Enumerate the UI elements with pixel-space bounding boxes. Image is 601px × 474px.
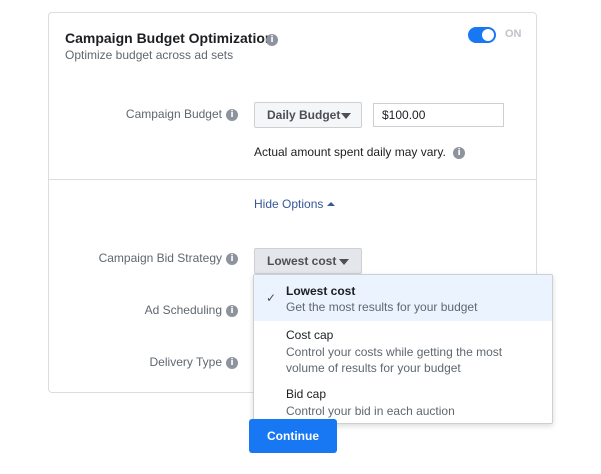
bid-strategy-dropdown[interactable]: Lowest cost	[254, 248, 362, 274]
menu-option-bid-cap[interactable]: Bid cap Control your bid in each auction	[254, 379, 552, 423]
option-description: Control your costs while getting the mos…	[286, 345, 503, 375]
caret-down-icon	[339, 259, 349, 265]
budget-amount-input[interactable]: $100.00	[373, 103, 504, 127]
info-icon[interactable]: i	[226, 305, 238, 317]
option-description: Control your bid in each auction	[286, 404, 455, 418]
budget-type-label: Daily Budget	[267, 108, 341, 122]
option-title: Cost cap	[286, 328, 334, 342]
budget-note-text: Actual amount spent daily may vary.	[254, 145, 446, 159]
hide-options-link[interactable]: Hide Options	[254, 197, 323, 211]
budget-type-dropdown[interactable]: Daily Budget	[254, 102, 362, 128]
caret-down-icon	[341, 113, 351, 119]
bid-strategy-menu: ✓ Lowest cost Get the most results for y…	[253, 274, 553, 424]
info-icon[interactable]: i	[266, 34, 278, 46]
info-icon[interactable]: i	[226, 357, 238, 369]
toggle-knob	[482, 29, 494, 41]
menu-option-cost-cap[interactable]: Cost cap Control your costs while gettin…	[254, 321, 552, 379]
divider	[49, 179, 536, 180]
bid-strategy-selected: Lowest cost	[267, 254, 337, 268]
bid-strategy-label: Campaign Bid Strategy	[98, 251, 222, 265]
ad-scheduling-label: Ad Scheduling	[144, 303, 222, 317]
section-subtitle: Optimize budget across ad sets	[65, 48, 234, 62]
caret-up-icon	[327, 202, 335, 206]
budget-note: Actual amount spent daily may vary. i	[254, 145, 466, 159]
section-title: Campaign Budget Optimization	[65, 30, 274, 46]
cbo-toggle[interactable]	[468, 27, 496, 43]
checkmark-icon: ✓	[266, 291, 277, 305]
info-icon[interactable]: i	[226, 109, 238, 121]
info-icon[interactable]: i	[226, 253, 238, 265]
option-title: Lowest cost	[286, 284, 356, 298]
info-icon[interactable]: i	[453, 146, 466, 159]
continue-button[interactable]: Continue	[249, 419, 337, 453]
toggle-status-label: ON	[505, 28, 522, 40]
option-title: Bid cap	[286, 387, 327, 401]
delivery-type-label: Delivery Type	[149, 355, 222, 369]
menu-option-lowest-cost[interactable]: ✓ Lowest cost Get the most results for y…	[254, 275, 552, 321]
option-description: Get the most results for your budget	[286, 300, 478, 314]
campaign-budget-label: Campaign Budget	[125, 107, 222, 121]
